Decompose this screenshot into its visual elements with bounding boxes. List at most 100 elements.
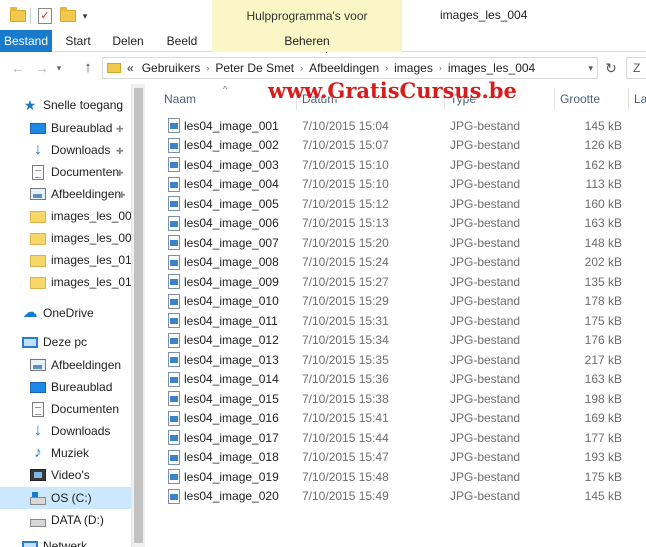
file-type: JPG-bestand — [450, 235, 521, 250]
pin-icon[interactable]: ✚ — [116, 124, 124, 135]
file-row[interactable]: les04_image_003 7/10/2015 15:10 JPG-bestan… — [160, 155, 646, 175]
column-header-tags[interactable]: La — [634, 84, 646, 112]
file-row[interactable]: les04_image_011 7/10/2015 15:31 JPG-bestan… — [160, 311, 646, 331]
file-row[interactable]: les04_image_004 7/10/2015 15:10 JPG-bestan… — [160, 175, 646, 195]
address-overflow[interactable]: « — [121, 61, 138, 75]
file-row[interactable]: les04_image_008 7/10/2015 15:24 JPG-bestan… — [160, 253, 646, 273]
nav-quick-images-les-009[interactable]: images_les_009 — [30, 227, 131, 249]
file-type: JPG-bestand — [450, 469, 521, 484]
ribbon-tabs: Bestand Start Delen Beeld Beheren — [0, 30, 646, 52]
document-icon — [32, 164, 44, 180]
file-size: 113 kB — [585, 177, 622, 192]
nav-quick-documenten[interactable]: Documenten — [30, 161, 130, 183]
tab-bestand[interactable]: Bestand — [0, 30, 52, 52]
new-folder-icon[interactable] — [60, 7, 76, 25]
nav-pc-muziek[interactable]: ♪ Muziek — [30, 442, 130, 464]
column-divider[interactable] — [554, 88, 555, 110]
file-name: les04_image_005 — [184, 196, 279, 211]
nav-pc-bureaublad[interactable]: Bureaublad — [30, 376, 130, 398]
scrollbar-thumb[interactable] — [134, 88, 143, 543]
file-type: JPG-bestand — [450, 391, 521, 406]
crumb-peter-de-smet[interactable]: Peter De Smet — [211, 61, 298, 75]
chevron-right-icon[interactable]: › — [383, 63, 390, 73]
file-row[interactable]: les04_image_006 7/10/2015 15:13 JPG-bestan… — [160, 214, 646, 234]
nav-quick-afbeeldingen[interactable]: Afbeeldingen — [30, 183, 130, 205]
file-row[interactable]: les04_image_010 7/10/2015 15:29 JPG-bestan… — [160, 292, 646, 312]
file-size: 178 kB — [584, 294, 622, 309]
recent-locations-chevron-icon[interactable]: ▾ — [52, 57, 66, 79]
column-divider[interactable] — [628, 88, 629, 110]
crumb-images[interactable]: images — [390, 61, 437, 75]
crumb-gebruikers[interactable]: Gebruikers — [138, 61, 205, 75]
file-row[interactable]: les04_image_016 7/10/2015 15:41 JPG-bestan… — [160, 409, 646, 429]
nav-quick-images-les-012[interactable]: images_les_012 — [30, 271, 131, 293]
back-arrow-icon[interactable]: ← — [8, 57, 28, 79]
nav-network[interactable]: Netwerk — [22, 535, 130, 547]
up-arrow-icon[interactable]: ↑ — [78, 57, 98, 79]
chevron-right-icon[interactable]: › — [204, 63, 211, 73]
file-name: les04_image_011 — [184, 313, 278, 328]
nav-pc-afbeeldingen[interactable]: Afbeeldingen — [30, 354, 130, 376]
chevron-right-icon[interactable]: › — [437, 63, 444, 73]
chevron-right-icon[interactable]: › — [298, 63, 305, 73]
nav-quick-downloads[interactable]: ↓ Downloads — [30, 139, 130, 161]
file-row[interactable]: les04_image_005 7/10/2015 15:12 JPG-bestan… — [160, 194, 646, 214]
customize-toolbar-chevron-icon[interactable]: ▾ — [80, 7, 90, 25]
quick-access-separator — [30, 7, 31, 25]
nav-pc-documenten[interactable]: Documenten — [30, 398, 130, 420]
tab-beheren[interactable]: Beheren — [212, 30, 402, 52]
quick-access-folder-icon[interactable] — [10, 7, 26, 25]
file-row[interactable]: les04_image_002 7/10/2015 15:07 JPG-bestan… — [160, 136, 646, 156]
file-row[interactable]: les04_image_020 7/10/2015 15:49 JPG-bestan… — [160, 487, 646, 507]
file-row[interactable]: les04_image_001 7/10/2015 15:04 JPG-bestan… — [160, 116, 646, 136]
file-row[interactable]: les04_image_009 7/10/2015 15:27 JPG-bestan… — [160, 272, 646, 292]
file-row[interactable]: les04_image_017 7/10/2015 15:44 JPG-bestan… — [160, 428, 646, 448]
file-row[interactable]: les04_image_013 7/10/2015 15:35 JPG-bestan… — [160, 350, 646, 370]
pin-icon[interactable]: ✚ — [116, 168, 124, 179]
pin-icon[interactable]: ✚ — [118, 190, 126, 201]
refresh-icon[interactable]: ↻ — [600, 57, 622, 79]
file-size: 145 kB — [584, 118, 622, 133]
address-dropdown-chevron-icon[interactable]: ▾ — [588, 58, 593, 78]
file-row[interactable]: les04_image_019 7/10/2015 15:48 JPG-bestan… — [160, 467, 646, 487]
file-row[interactable]: les04_image_012 7/10/2015 15:34 JPG-bestan… — [160, 331, 646, 351]
nav-pc-videos[interactable]: Video's — [30, 464, 130, 486]
file-date: 7/10/2015 15:20 — [302, 235, 389, 250]
file-name: les04_image_019 — [184, 469, 279, 484]
file-size: 169 kB — [584, 411, 622, 426]
jpg-file-icon — [168, 410, 180, 426]
folder-icon — [30, 211, 46, 223]
nav-quick-bureaublad[interactable]: Bureaublad — [30, 117, 130, 139]
file-row[interactable]: les04_image_015 7/10/2015 15:38 JPG-bestan… — [160, 389, 646, 409]
pin-icon[interactable]: ✚ — [116, 146, 124, 157]
jpg-file-icon — [168, 469, 180, 484]
forward-arrow-icon[interactable]: → — [32, 57, 52, 79]
crumb-afbeeldingen[interactable]: Afbeeldingen — [305, 61, 383, 75]
file-row[interactable]: les04_image_007 7/10/2015 15:20 JPG-bestan… — [160, 233, 646, 253]
column-header-size[interactable]: Grootte — [560, 84, 600, 112]
properties-check-icon[interactable]: ✓ — [38, 7, 52, 25]
nav-pc-os-c[interactable]: OS (C:) — [0, 487, 131, 509]
nav-pc-downloads[interactable]: ↓ Downloads — [30, 420, 130, 442]
crumb-images-les-004[interactable]: images_les_004 — [444, 61, 539, 75]
nav-onedrive[interactable]: ☁ OneDrive — [22, 302, 130, 324]
navigation-pane-scrollbar[interactable] — [131, 84, 145, 547]
file-row[interactable]: les04_image_018 7/10/2015 15:47 JPG-bestan… — [160, 448, 646, 468]
nav-this-pc[interactable]: Deze pc — [22, 331, 130, 353]
window-title: images_les_004 — [440, 8, 528, 22]
nav-quick-images-les-006[interactable]: images_les_006 — [30, 205, 131, 227]
nav-pc-data-d[interactable]: DATA (D:) — [30, 509, 130, 531]
nav-label: Downloads — [51, 143, 111, 157]
file-size: 160 kB — [584, 196, 622, 211]
column-header-name[interactable]: Naam — [164, 84, 196, 112]
file-row[interactable]: les04_image_014 7/10/2015 15:36 JPG-bestan… — [160, 370, 646, 390]
search-input[interactable]: Z — [626, 57, 646, 79]
file-type: JPG-bestand — [450, 333, 521, 348]
tab-start[interactable]: Start — [60, 30, 96, 52]
tab-delen[interactable]: Delen — [108, 30, 148, 52]
nav-quick-access[interactable]: ★ Snelle toegang — [22, 94, 130, 116]
tab-beeld[interactable]: Beeld — [162, 30, 202, 52]
nav-quick-images-les-011[interactable]: images_les_011 — [30, 249, 131, 271]
jpg-file-icon — [168, 371, 180, 387]
address-bar[interactable]: « Gebruikers › Peter De Smet › Afbeeldin… — [102, 57, 598, 79]
